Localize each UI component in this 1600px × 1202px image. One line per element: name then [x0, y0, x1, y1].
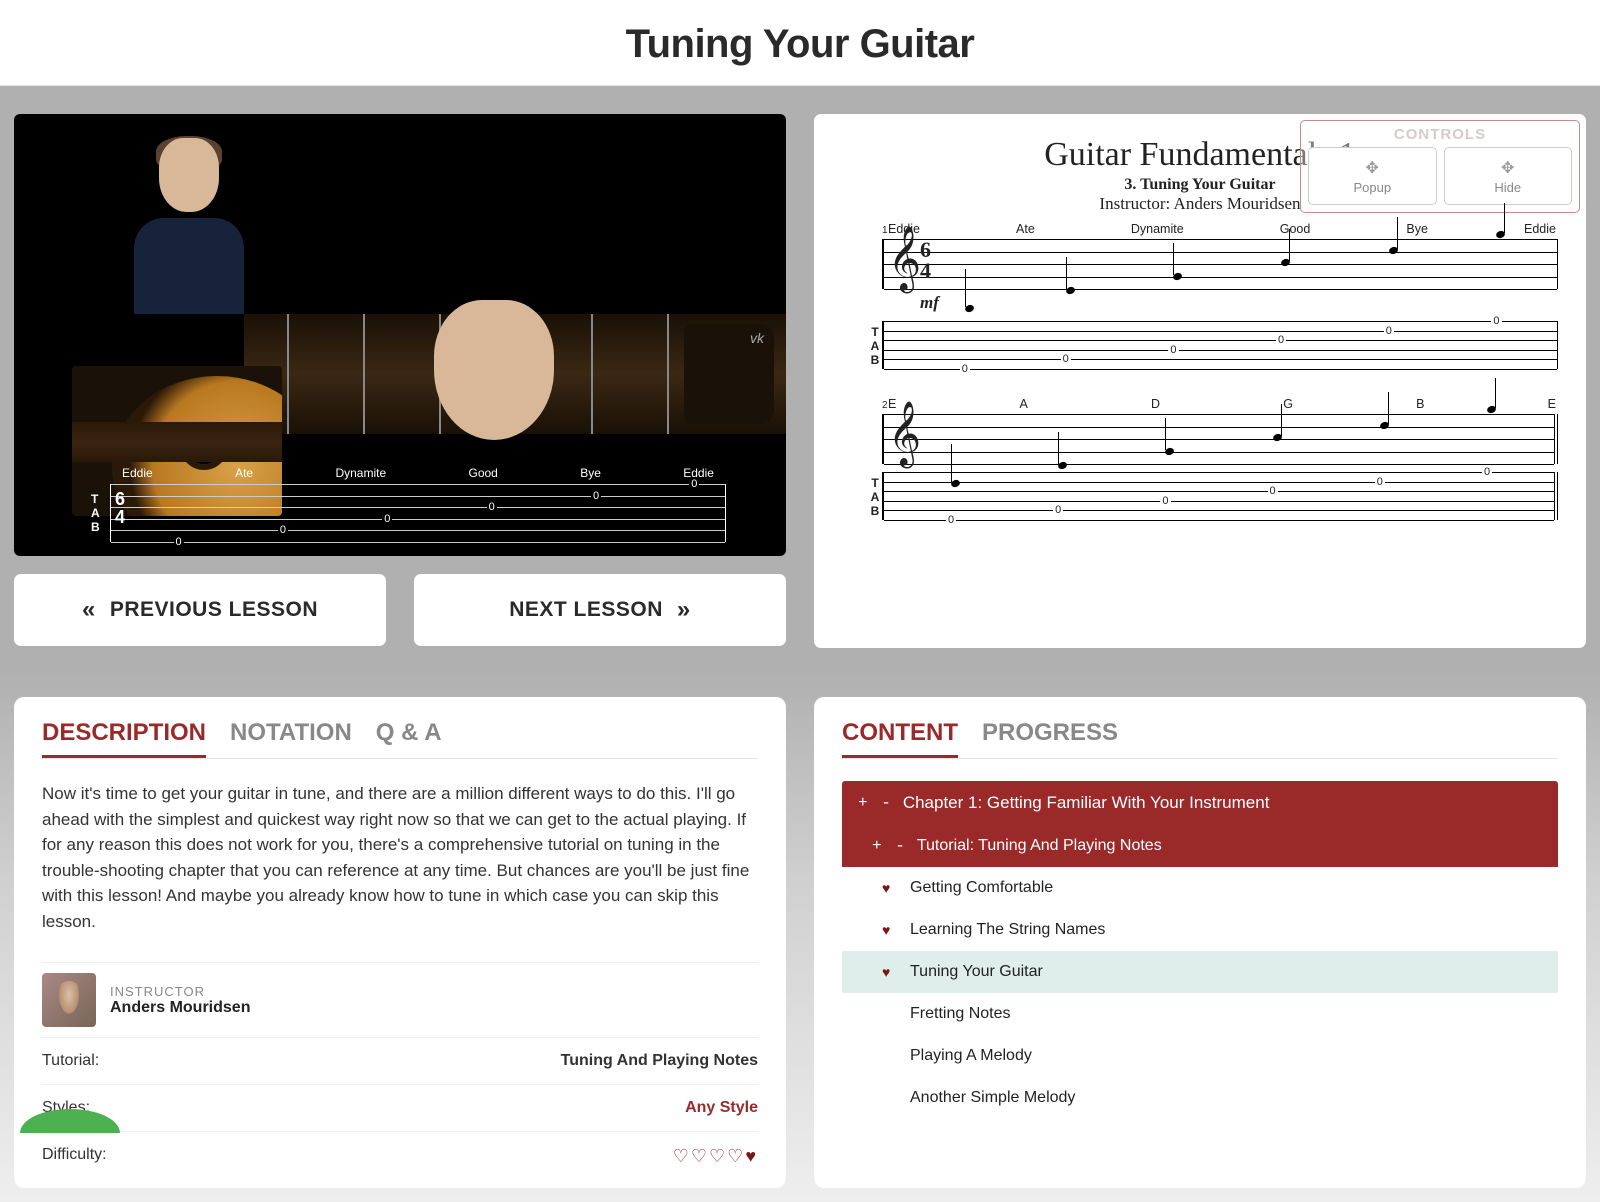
instructor-row: INSTRUCTOR Anders Mouridsen	[42, 962, 758, 1038]
page-title-bar: Tuning Your Guitar	[0, 0, 1600, 85]
detail-tutorial: Tutorial: Tuning And Playing Notes	[42, 1038, 758, 1085]
difficulty-picks: ♡♡♡♡♥	[673, 1146, 758, 1167]
description-text: Now it's time to get your guitar in tune…	[42, 781, 758, 934]
bar1-labels: EddieAte DynamiteGood ByeEddie	[842, 222, 1558, 239]
video-instructor	[134, 124, 244, 314]
notation-panel: CONTROLS ✥ Popup ✥ Hide Guitar Fundament…	[814, 114, 1586, 648]
video-tab-overlay: EddieAte DynamiteGood ByeEddie T A B 64 …	[74, 466, 726, 542]
tab-notation[interactable]: NOTATION	[230, 719, 352, 758]
chevron-left-icon: «	[82, 596, 96, 624]
move-icon: ✥	[1366, 158, 1379, 178]
tab-progress[interactable]: PROGRESS	[982, 719, 1118, 758]
controls-overlay: CONTROLS ✥ Popup ✥ Hide	[1300, 120, 1580, 213]
previous-lesson-button[interactable]: « PREVIOUS LESSON	[14, 574, 386, 646]
lesson-row[interactable]: ♥Playing A Melody	[842, 1035, 1558, 1077]
lesson-title: Fretting Notes	[910, 1005, 1010, 1023]
page-title: Tuning Your Guitar	[0, 22, 1600, 67]
content-panel: CONTENT PROGRESS + - Chapter 1: Getting …	[814, 697, 1586, 1188]
detail-difficulty: Difficulty: ♡♡♡♡♥	[42, 1132, 758, 1181]
lesson-title: Another Simple Melody	[910, 1089, 1075, 1107]
treble-clef-icon: 𝄞	[888, 231, 921, 287]
pick-outline-icon: ♡	[673, 1146, 691, 1166]
lesson-title: Learning The String Names	[910, 921, 1105, 939]
pick-fill-icon: ♥	[745, 1146, 758, 1166]
avatar	[42, 973, 96, 1027]
lesson-row[interactable]: ♥ Getting Comfortable	[842, 867, 1558, 909]
lesson-title: Playing A Melody	[910, 1047, 1032, 1065]
staff-bar-1: 1 𝄞 64	[882, 239, 1558, 289]
expand-icon: + -	[872, 837, 907, 855]
hide-button[interactable]: ✥ Hide	[1444, 147, 1573, 205]
dynamic-mark: mf	[920, 293, 1558, 313]
pick-icon: ♥	[882, 964, 896, 980]
staff-bar-2: 2 𝄞	[882, 414, 1558, 464]
pick-outline-icon: ♡	[727, 1146, 745, 1166]
lesson-title: Tuning Your Guitar	[910, 963, 1043, 981]
popup-button[interactable]: ✥ Popup	[1308, 147, 1437, 205]
tab-bar-2: TAB 0 0 0 0 0 0	[882, 472, 1558, 520]
tutorial-header[interactable]: + - Tutorial: Tuning And Playing Notes	[842, 825, 1558, 867]
video-headstock	[684, 324, 774, 424]
lesson-row[interactable]: ♥Fretting Notes	[842, 993, 1558, 1035]
controls-title: CONTROLS	[1308, 126, 1572, 143]
style-link[interactable]: Any Style	[685, 1099, 758, 1117]
chevron-right-icon: »	[677, 596, 691, 624]
treble-clef-icon: 𝄞	[888, 406, 921, 462]
video-player[interactable]: EddieAte DynamiteGood ByeEddie T A B 64 …	[14, 114, 786, 556]
pick-icon: ♥	[882, 922, 896, 938]
video-hand	[434, 300, 554, 440]
tab-description[interactable]: DESCRIPTION	[42, 719, 206, 758]
lesson-row[interactable]: ♥ Learning The String Names	[842, 909, 1558, 951]
tab-content[interactable]: CONTENT	[842, 719, 958, 758]
bar2-labels: EA DG BE	[842, 397, 1558, 414]
tab-bar-1: TAB 0 0 0 0 0 0	[882, 321, 1558, 369]
detail-styles: Styles: Any Style	[42, 1085, 758, 1132]
lesson-row[interactable]: ♥ Tuning Your Guitar	[842, 951, 1558, 993]
pick-outline-icon: ♡	[709, 1146, 727, 1166]
tab-qa[interactable]: Q & A	[376, 719, 442, 758]
pick-outline-icon: ♡	[691, 1146, 709, 1166]
instructor-label: INSTRUCTOR	[110, 984, 250, 999]
lesson-row[interactable]: ♥Another Simple Melody	[842, 1077, 1558, 1119]
expand-icon: + -	[858, 794, 893, 812]
instructor-name: Anders Mouridsen	[110, 999, 250, 1017]
move-icon: ✥	[1501, 158, 1514, 178]
next-lesson-button[interactable]: NEXT LESSON »	[414, 574, 786, 646]
chapter-header[interactable]: + - Chapter 1: Getting Familiar With You…	[842, 781, 1558, 825]
pick-icon: ♥	[882, 880, 896, 896]
description-panel: DESCRIPTION NOTATION Q & A Now it's time…	[14, 697, 786, 1188]
lesson-title: Getting Comfortable	[910, 879, 1053, 897]
